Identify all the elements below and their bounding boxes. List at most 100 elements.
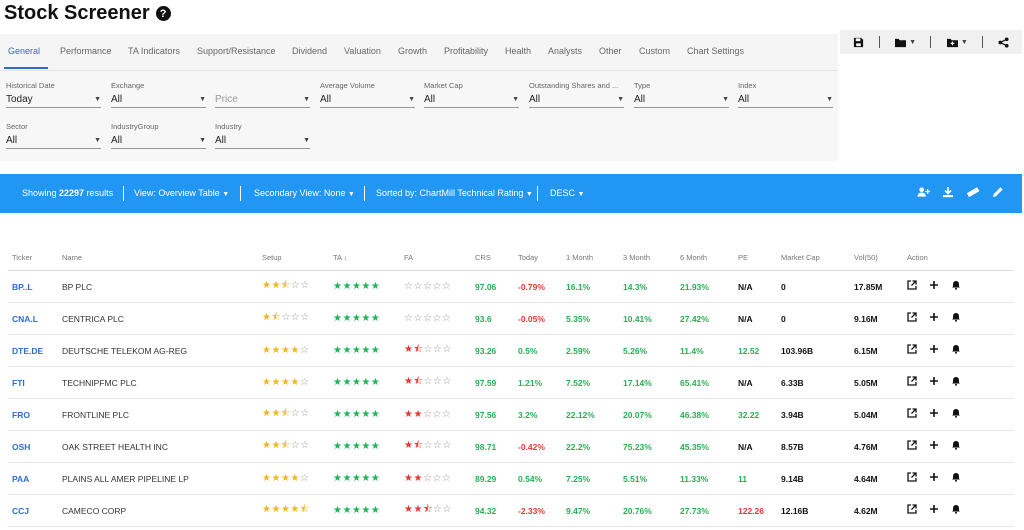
- tab-health[interactable]: Health: [505, 46, 531, 56]
- filter-average-volume[interactable]: Average Volume All ▼: [320, 81, 415, 108]
- tab-growth[interactable]: Growth: [398, 46, 427, 56]
- filter-select[interactable]: All ▼: [111, 91, 206, 108]
- ticker-link[interactable]: FRO: [8, 398, 58, 431]
- tab-profitability[interactable]: Profitability: [444, 46, 488, 56]
- pencil-icon[interactable]: [992, 186, 1004, 201]
- table-row[interactable]: PAA PLAINS ALL AMER PIPELINE LP ★★★★☆ ★★★★★…: [8, 462, 1014, 495]
- filter-select[interactable]: All ▼: [6, 132, 101, 149]
- tab-ta-indicators[interactable]: TA Indicators: [128, 46, 180, 56]
- filter-historical-date[interactable]: Historical Date Today ▼: [6, 81, 101, 108]
- ticker-link[interactable]: CCJ: [8, 494, 58, 527]
- table-row[interactable]: DTE.DE DEUTSCHE TELEKOM AG-REG ★★★★☆ ★★★★★ ★…: [8, 334, 1014, 367]
- view-dropdown[interactable]: View: Overview Table ▼: [134, 188, 229, 198]
- order-dropdown[interactable]: DESC ▼: [550, 188, 584, 198]
- bell-icon[interactable]: [951, 345, 961, 357]
- secondary-view-dropdown[interactable]: Secondary View: None ▼: [254, 188, 355, 198]
- filter-industry-group[interactable]: IndustryGroup All ▼: [111, 122, 206, 149]
- add-icon[interactable]: [929, 505, 939, 517]
- tab-support-resistance[interactable]: Support/Resistance: [197, 46, 276, 56]
- sort-dropdown[interactable]: Sorted by: ChartMill Technical Rating ▼: [376, 188, 533, 198]
- filter-sector[interactable]: Sector All ▼: [6, 122, 101, 149]
- tab-performance[interactable]: Performance: [60, 46, 112, 56]
- filter-select[interactable]: All ▼: [529, 91, 624, 108]
- col-crs[interactable]: CRS: [471, 244, 514, 271]
- tab-other[interactable]: Other: [599, 46, 622, 56]
- filter-select[interactable]: All ▼: [634, 91, 729, 108]
- col-name[interactable]: Name: [58, 244, 258, 271]
- add-user-icon[interactable]: [917, 186, 930, 201]
- ticker-link[interactable]: BP..L: [8, 270, 58, 303]
- table-row[interactable]: FTI TECHNIPFMC PLC ★★★★☆ ★★★★★ ★⯪☆☆☆ 97.59 1.2…: [8, 366, 1014, 399]
- col-setup[interactable]: Setup: [258, 244, 329, 271]
- tab-analysts[interactable]: Analysts: [548, 46, 582, 56]
- table-row[interactable]: BP..L BP PLC ★★⯪☆☆ ★★★★★ ☆☆☆☆☆ 97.06 -0.79% 16.…: [8, 270, 1014, 303]
- external-link-icon[interactable]: [907, 312, 917, 325]
- bell-icon[interactable]: [951, 441, 961, 453]
- col-6-month[interactable]: 6 Month: [676, 244, 734, 271]
- bell-icon[interactable]: [951, 281, 961, 293]
- filter-select[interactable]: All ▼: [215, 132, 310, 149]
- col-fa[interactable]: FA: [400, 244, 471, 271]
- tab-general[interactable]: General: [8, 46, 40, 56]
- bell-icon[interactable]: [951, 473, 961, 485]
- table-row[interactable]: CCJ CAMECO CORP ★★★★⯪ ★★★★★ ★★⯪☆☆ 94.32 -2.33%…: [8, 494, 1014, 527]
- external-link-icon[interactable]: [907, 408, 917, 421]
- external-link-icon[interactable]: [907, 504, 917, 517]
- add-icon[interactable]: [929, 377, 939, 389]
- add-icon[interactable]: [929, 345, 939, 357]
- filter-select[interactable]: Price ▼: [215, 91, 310, 108]
- external-link-icon[interactable]: [907, 280, 917, 293]
- ticker-link[interactable]: OSH: [8, 430, 58, 463]
- tab-custom[interactable]: Custom: [639, 46, 670, 56]
- add-icon[interactable]: [929, 473, 939, 485]
- table-row[interactable]: CNA.L CENTRICA PLC ★⯪☆☆☆ ★★★★★ ☆☆☆☆☆ 93.6 -0.0…: [8, 302, 1014, 335]
- col-market-cap[interactable]: Market Cap: [777, 244, 850, 271]
- filter-index[interactable]: Index All ▼: [738, 81, 833, 108]
- filter-select[interactable]: All ▼: [424, 91, 519, 108]
- ticker-link[interactable]: CNA.L: [8, 302, 58, 335]
- filter-select[interactable]: Today ▼: [6, 91, 101, 108]
- col-ticker[interactable]: Ticker: [8, 244, 58, 271]
- filter-market-cap[interactable]: Market Cap All ▼: [424, 81, 519, 108]
- tab-valuation[interactable]: Valuation: [344, 46, 381, 56]
- ruler-icon[interactable]: [966, 186, 980, 201]
- col-vol50[interactable]: Vol(50): [850, 244, 903, 271]
- folder-plus-icon[interactable]: ▼: [946, 37, 968, 48]
- filter-outstanding-shares[interactable]: Outstanding Shares and ... All ▼: [529, 81, 624, 108]
- external-link-icon[interactable]: [907, 344, 917, 357]
- col-1-month[interactable]: 1 Month: [562, 244, 619, 271]
- table-row[interactable]: FRO FRONTLINE PLC ★★⯪☆☆ ★★★★★ ★★☆☆☆ 97.56 3.2%…: [8, 398, 1014, 431]
- add-icon[interactable]: [929, 281, 939, 293]
- bell-icon[interactable]: [951, 409, 961, 421]
- filter-price[interactable]: Price ▼: [215, 81, 310, 108]
- filter-industry[interactable]: Industry All ▼: [215, 122, 310, 149]
- external-link-icon[interactable]: [907, 376, 917, 389]
- filter-type[interactable]: Type All ▼: [634, 81, 729, 108]
- col-today[interactable]: Today: [514, 244, 562, 271]
- add-icon[interactable]: [929, 409, 939, 421]
- save-icon[interactable]: [853, 37, 864, 48]
- help-icon[interactable]: ?: [155, 6, 171, 21]
- filter-select[interactable]: All ▼: [111, 132, 206, 149]
- add-icon[interactable]: [929, 313, 939, 325]
- share-icon[interactable]: [998, 36, 1009, 48]
- external-link-icon[interactable]: [907, 472, 917, 485]
- tab-dividend[interactable]: Dividend: [292, 46, 327, 56]
- folder-icon[interactable]: ▼: [894, 37, 916, 48]
- col-pe[interactable]: PE: [734, 244, 777, 271]
- ticker-link[interactable]: DTE.DE: [8, 334, 58, 367]
- bell-icon[interactable]: [951, 505, 961, 517]
- bell-icon[interactable]: [951, 377, 961, 389]
- download-icon[interactable]: [942, 186, 954, 201]
- table-row[interactable]: OSH OAK STREET HEALTH INC ★★⯪☆☆ ★★★★★ ★⯪☆☆☆ 9…: [8, 430, 1014, 463]
- bell-icon[interactable]: [951, 313, 961, 325]
- add-icon[interactable]: [929, 441, 939, 453]
- filter-select[interactable]: All ▼: [738, 91, 833, 108]
- ticker-link[interactable]: PAA: [8, 462, 58, 495]
- filter-exchange[interactable]: Exchange All ▼: [111, 81, 206, 108]
- filter-select[interactable]: All ▼: [320, 91, 415, 108]
- external-link-icon[interactable]: [907, 440, 917, 453]
- col-ta[interactable]: TA ↓: [329, 244, 400, 271]
- col-3-month[interactable]: 3 Month: [619, 244, 676, 271]
- ticker-link[interactable]: FTI: [8, 366, 58, 399]
